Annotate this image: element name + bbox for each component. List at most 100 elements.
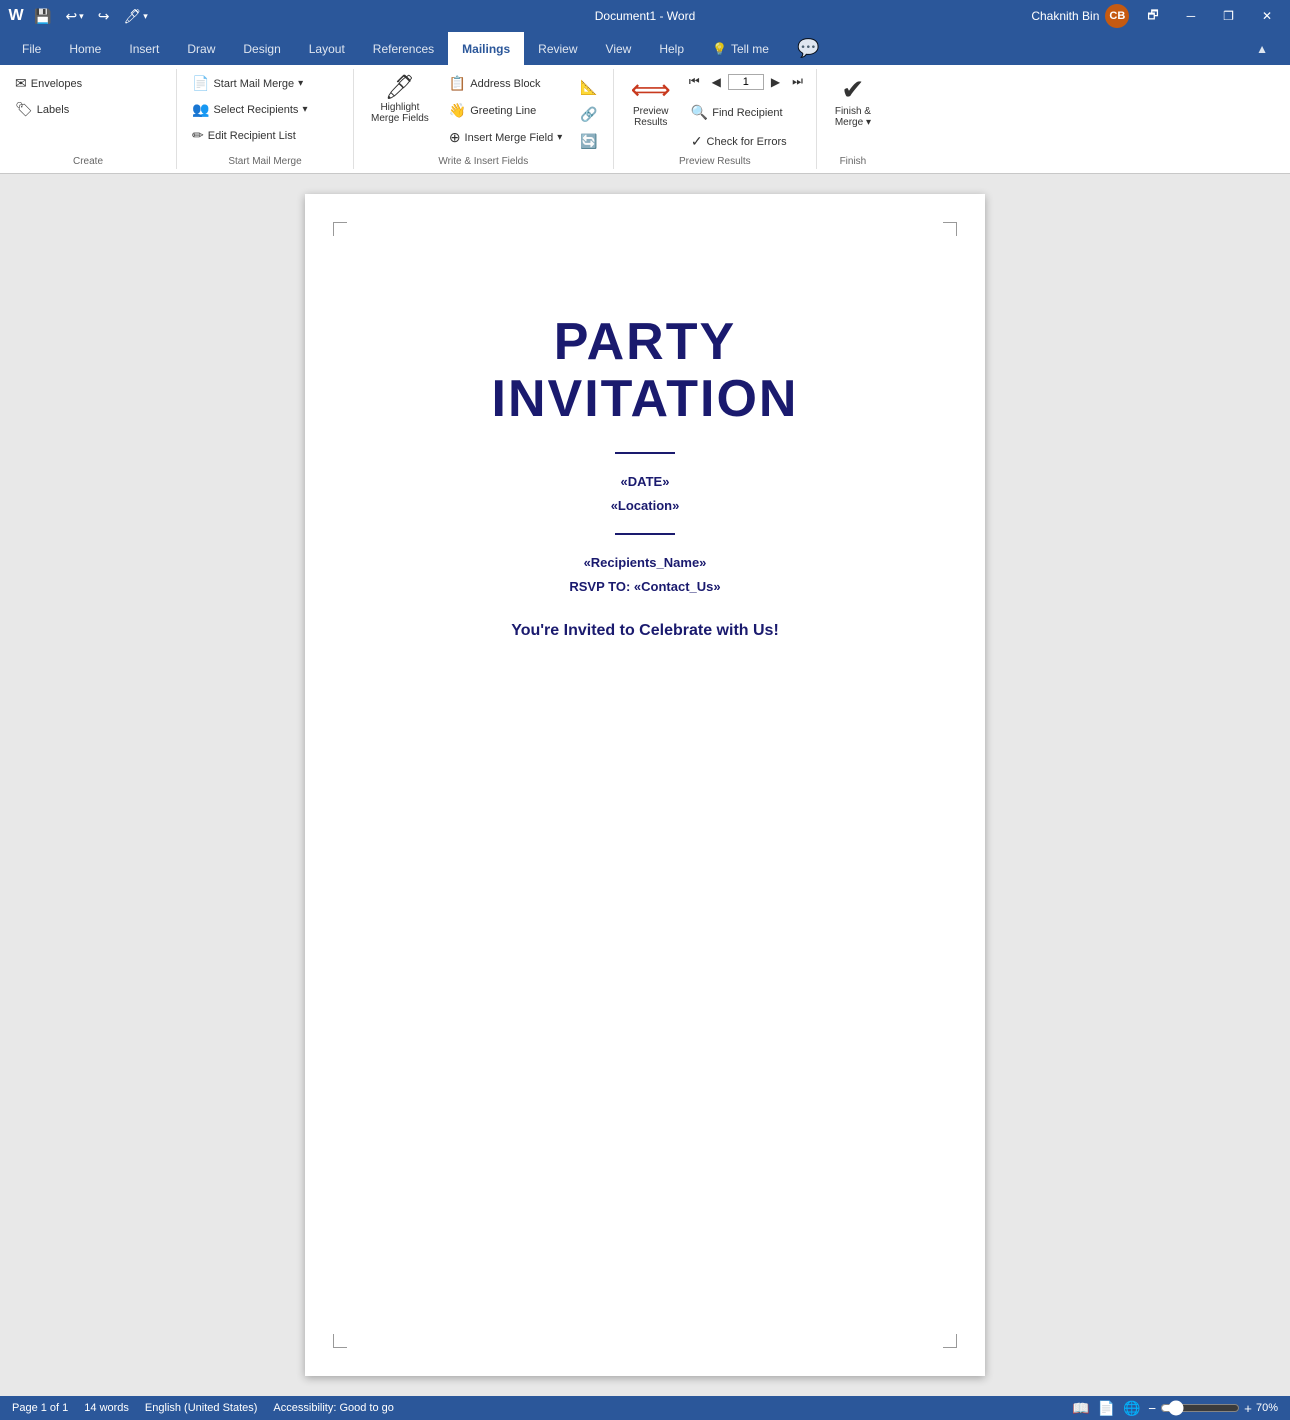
date-field: «DATE» xyxy=(611,470,680,493)
zoom-level[interactable]: 70% xyxy=(1256,1402,1278,1414)
document-area: PARTY INVITATION «DATE» «Location» «Reci… xyxy=(0,174,1290,1396)
print-layout-button[interactable]: 📄 xyxy=(1098,1400,1115,1417)
document-page: PARTY INVITATION «DATE» «Location» «Reci… xyxy=(305,194,985,1376)
insert-merge-field-button[interactable]: ⊕ Insert Merge Field ▾ xyxy=(442,125,569,150)
title-bar-right: Chaknith Bin CB 🗗 ─ ❐ ✕ xyxy=(1031,2,1282,31)
write-insert-label: Write & Insert Fields xyxy=(362,154,605,167)
tab-mailings[interactable]: Mailings xyxy=(448,32,524,65)
corner-top-right xyxy=(943,222,957,236)
ribbon-group-write-insert: 🖊 HighlightMerge Fields 📋 Address Block … xyxy=(354,69,614,169)
navigation-controls: ⏮ ◀ ▶ ⏭ xyxy=(684,71,808,92)
tab-review[interactable]: Review xyxy=(524,32,591,65)
date-location-fields: «DATE» «Location» xyxy=(611,470,680,517)
finish-merge-icon: ✔ xyxy=(841,76,864,104)
edit-recipient-list-button[interactable]: ✏ Edit Recipient List xyxy=(185,123,345,148)
update-labels-button[interactable]: 🔄 xyxy=(573,129,604,154)
tab-draw[interactable]: Draw xyxy=(173,32,229,65)
web-layout-button[interactable]: 🌐 xyxy=(1123,1400,1140,1417)
preview-results-label: Preview Results xyxy=(622,154,808,167)
title-bar: W 💾 ↩▾ ↪ 🖊 ▾ Document1 - Word Chaknith B… xyxy=(0,0,1290,32)
corner-top-left xyxy=(333,222,347,236)
dropdown-chevron-icon: ▾ xyxy=(302,104,307,115)
zoom-in-button[interactable]: + xyxy=(1244,1401,1252,1416)
redo-button[interactable]: ↪ xyxy=(94,6,114,27)
tab-references[interactable]: References xyxy=(359,32,448,65)
envelopes-button[interactable]: ✉ Envelopes xyxy=(8,71,168,96)
user-avatar[interactable]: CB xyxy=(1105,4,1129,28)
greeting-line-button[interactable]: 👋 Greeting Line xyxy=(442,98,569,123)
recipients-name-field: «Recipients_Name» xyxy=(569,551,720,574)
title-bar-left: W 💾 ↩▾ ↪ 🖊 ▾ xyxy=(8,6,152,27)
close-button[interactable]: ✕ xyxy=(1252,5,1282,27)
page-info: Page 1 of 1 xyxy=(12,1402,68,1414)
collapse-ribbon-button[interactable]: 🗗 xyxy=(1137,2,1168,31)
tab-home[interactable]: Home xyxy=(55,32,115,65)
address-block-button[interactable]: 📋 Address Block xyxy=(442,71,569,96)
restore-button[interactable]: ❐ xyxy=(1213,5,1244,27)
finish-merge-button[interactable]: ✔ Finish &Merge ▾ xyxy=(825,71,881,133)
select-recipients-button[interactable]: 👥 Select Recipients ▾ xyxy=(185,97,345,122)
zoom-control: − + 70% xyxy=(1148,1400,1278,1416)
customize-qat-button[interactable]: 🖊 ▾ xyxy=(119,6,151,27)
last-record-button[interactable]: ⏭ xyxy=(787,71,808,92)
corner-bottom-left xyxy=(333,1334,347,1348)
create-group-label: Create xyxy=(8,154,168,167)
lightbulb-icon: 💡 xyxy=(712,42,727,56)
first-record-button[interactable]: ⏮ xyxy=(684,71,705,92)
address-block-icon: 📋 xyxy=(449,75,466,92)
collapse-ribbon-small-button[interactable]: ▲ xyxy=(1242,32,1282,65)
labels-icon: 🏷 xyxy=(15,101,33,118)
status-bar: Page 1 of 1 14 words English (United Sta… xyxy=(0,1396,1290,1420)
user-name: Chaknith Bin xyxy=(1031,9,1099,23)
tell-me-button[interactable]: 💡 Tell me xyxy=(698,32,783,65)
ribbon-group-start-mail-merge: 📄 Start Mail Merge ▾ 👥 Select Recipients… xyxy=(177,69,354,169)
zoom-slider[interactable] xyxy=(1160,1400,1240,1416)
check-for-errors-button[interactable]: ✓ Check for Errors xyxy=(684,129,808,154)
dropdown-chevron-icon: ▾ xyxy=(298,78,303,89)
corner-bottom-right xyxy=(943,1334,957,1348)
document-title-text: PARTY INVITATION xyxy=(492,314,799,428)
preview-icon: ⟺ xyxy=(631,76,671,104)
dropdown-chevron-icon: ▾ xyxy=(557,132,562,143)
share-comments-button[interactable]: 💬 xyxy=(783,32,833,65)
match-fields-button[interactable]: 🔗 xyxy=(573,102,604,127)
find-recipient-button[interactable]: 🔍 Find Recipient xyxy=(684,100,808,125)
tab-help[interactable]: Help xyxy=(645,32,698,65)
divider-top xyxy=(615,452,675,454)
save-button[interactable]: 💾 xyxy=(30,6,55,27)
rules-button[interactable]: 📐 xyxy=(573,75,604,100)
tab-file[interactable]: File xyxy=(8,32,55,65)
tab-design[interactable]: Design xyxy=(229,32,294,65)
language[interactable]: English (United States) xyxy=(145,1402,258,1414)
document-title: Document1 - Word xyxy=(595,9,695,23)
recipient-fields: «Recipients_Name» RSVP TO: «Contact_Us» xyxy=(569,551,720,598)
start-mail-merge-label: Start Mail Merge xyxy=(185,154,345,167)
select-recipients-icon: 👥 xyxy=(192,101,209,118)
record-number-input[interactable] xyxy=(728,74,764,90)
next-record-button[interactable]: ▶ xyxy=(766,72,785,92)
preview-results-button[interactable]: ⟺ PreviewResults xyxy=(622,71,680,133)
greeting-line-icon: 👋 xyxy=(449,102,466,119)
ribbon-content: ✉ Envelopes 🏷 Labels Create 📄 Start Mail xyxy=(0,65,1290,174)
labels-button[interactable]: 🏷 Labels xyxy=(8,97,168,122)
zoom-out-button[interactable]: − xyxy=(1148,1401,1156,1416)
tab-view[interactable]: View xyxy=(592,32,646,65)
highlight-merge-fields-button[interactable]: 🖊 HighlightMerge Fields xyxy=(362,71,438,129)
minimize-button[interactable]: ─ xyxy=(1177,5,1206,27)
prev-record-button[interactable]: ◀ xyxy=(707,72,726,92)
tab-layout[interactable]: Layout xyxy=(295,32,359,65)
undo-button[interactable]: ↩▾ xyxy=(61,6,87,27)
envelope-icon: ✉ xyxy=(15,75,27,92)
tab-insert[interactable]: Insert xyxy=(115,32,173,65)
rules-icon: 📐 xyxy=(580,79,597,96)
find-recipient-icon: 🔍 xyxy=(691,104,708,121)
rsvp-field: RSVP TO: «Contact_Us» xyxy=(569,575,720,598)
start-mail-merge-button[interactable]: 📄 Start Mail Merge ▾ xyxy=(185,71,345,96)
edit-recipient-icon: ✏ xyxy=(192,127,204,144)
ribbon-group-preview-results: ⟺ PreviewResults ⏮ ◀ ▶ ⏭ 🔍 Find Recipien… xyxy=(614,69,817,169)
location-field: «Location» xyxy=(611,494,680,517)
ribbon-group-create: ✉ Envelopes 🏷 Labels Create xyxy=(0,69,177,169)
check-errors-icon: ✓ xyxy=(691,133,703,150)
read-mode-button[interactable]: 📖 xyxy=(1072,1400,1089,1417)
highlight-icon: 🖊 xyxy=(385,76,415,100)
